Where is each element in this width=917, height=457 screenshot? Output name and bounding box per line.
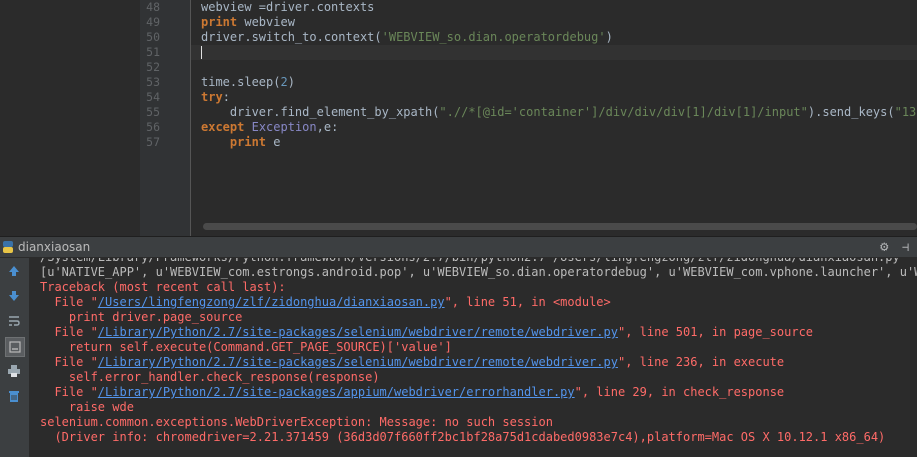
scrollbar-thumb[interactable] <box>203 223 917 230</box>
console-line: File "/Library/Python/2.7/site-packages/… <box>40 385 784 400</box>
horizontal-scrollbar[interactable] <box>203 221 917 232</box>
line-number: 50 <box>146 30 160 44</box>
console-line: Traceback (most recent call last): <box>40 280 286 295</box>
code-line[interactable]: driver.find_element_by_xpath(".//*[@id='… <box>201 105 917 120</box>
console-line: /System/Library/Frameworks/Python.framew… <box>40 258 900 265</box>
file-link[interactable]: /Library/Python/2.7/site-packages/appium… <box>98 385 575 399</box>
console-line: File "/Users/lingfengzong/zlf/zidonghua/… <box>40 295 611 310</box>
code-token: e <box>266 135 281 149</box>
code-token: print <box>201 15 238 29</box>
code-area[interactable]: webview =driver.contexts print webview dri… <box>191 0 917 236</box>
code-token: : <box>222 90 230 104</box>
hide-panel-icon[interactable]: ⊣ <box>902 239 916 255</box>
console-text: [u'NATIVE_APP', u'WEBVIEW_com.estrongs.a… <box>40 265 917 279</box>
console-text: selenium.common.exceptions.WebDriverExce… <box>40 415 553 429</box>
print-icon[interactable] <box>5 362 23 380</box>
code-token: webview <box>237 15 295 29</box>
code-line[interactable]: try: <box>201 90 230 105</box>
console-text: Traceback (most recent call last): <box>40 280 286 294</box>
code-line[interactable]: time.sleep(2) <box>201 75 295 90</box>
code-token: driver.find_element_by_xpath( <box>229 105 440 119</box>
console-output[interactable]: /System/Library/Frameworks/Python.framew… <box>30 258 917 457</box>
code-line[interactable]: except Exception,e: <box>201 120 338 135</box>
line-number: 51 <box>146 45 160 59</box>
code-token: ) <box>287 75 295 89</box>
console-text: ", line 29, in check_response <box>574 385 785 399</box>
console-line: (Driver info: chromedriver=2.21.371459 (… <box>40 430 885 445</box>
code-token: try <box>201 90 223 104</box>
code-token: ) <box>605 30 613 44</box>
run-toolbar <box>0 258 30 457</box>
arrow-down-icon[interactable] <box>5 287 23 305</box>
line-number: 53 <box>146 75 160 89</box>
file-link[interactable]: /Library/Python/2.7/site-packages/seleni… <box>98 325 618 339</box>
console-text: ", line 236, in execute <box>617 355 785 369</box>
console-line: selenium.common.exceptions.WebDriverExce… <box>40 415 553 430</box>
arrow-up-icon[interactable] <box>5 262 23 280</box>
line-number-gutter: 48 49 50 51 52 53 54 55 56 57 <box>140 0 191 236</box>
console-text: self.error_handler.check_response(respon… <box>40 370 380 384</box>
line-number: 56 <box>146 120 160 134</box>
console-text: File " <box>40 355 98 369</box>
editor-left-margin <box>0 0 140 236</box>
current-line-highlight <box>191 45 917 60</box>
code-token: "13675 <box>894 105 917 119</box>
console-text: ", line 51, in <module> <box>444 295 611 309</box>
text-caret <box>201 46 202 59</box>
code-line[interactable]: webview =driver.contexts <box>201 0 374 15</box>
code-token: ).send_keys( <box>807 105 895 119</box>
console-text: print driver.page_source <box>40 310 243 324</box>
soft-wrap-icon[interactable] <box>5 312 23 330</box>
console-text: File " <box>40 325 98 339</box>
code-token: webview =driver.contexts <box>201 0 375 14</box>
line-number: 55 <box>146 105 160 119</box>
code-line[interactable]: print e <box>201 135 281 150</box>
file-link[interactable]: /Library/Python/2.7/site-packages/seleni… <box>98 355 618 369</box>
code-token: Exception <box>251 120 317 134</box>
line-number: 48 <box>146 0 160 14</box>
console-text: return self.execute(Command.GET_PAGE_SOU… <box>40 340 452 354</box>
trash-icon[interactable] <box>5 387 23 405</box>
console-line: raise wde <box>40 400 134 415</box>
code-line[interactable]: print webview <box>201 15 295 30</box>
console-line: print driver.page_source <box>40 310 242 325</box>
code-token: driver.switch_to.context( <box>201 30 382 44</box>
console-line: [u'NATIVE_APP', u'WEBVIEW_com.estrongs.a… <box>40 265 917 280</box>
gear-icon[interactable]: ⚙ <box>880 239 896 255</box>
run-config-title[interactable]: dianxiaosan <box>18 237 90 257</box>
line-number: 57 <box>146 135 160 149</box>
console-text: raise wde <box>40 400 134 414</box>
line-number: 52 <box>146 60 160 74</box>
console-line: self.error_handler.check_response(respon… <box>40 370 380 385</box>
line-number: 49 <box>146 15 160 29</box>
console-text: /System/Library/Frameworks/Python.framew… <box>40 258 900 264</box>
line-number: 54 <box>146 90 160 104</box>
console-text: File " <box>40 295 98 309</box>
code-token: 2 <box>280 75 288 89</box>
console-line: File "/Library/Python/2.7/site-packages/… <box>40 325 813 340</box>
code-editor[interactable]: 48 49 50 51 52 53 54 55 56 57 webview =driver.con… <box>0 0 917 236</box>
code-token: time.sleep( <box>201 75 281 89</box>
python-icon <box>3 241 13 253</box>
code-token: 'WEBVIEW_so.dian.operatordebug' <box>381 30 606 44</box>
code-token: ,e: <box>316 120 339 134</box>
file-link[interactable]: /Users/lingfengzong/zlf/zidonghua/dianxi… <box>98 295 445 309</box>
scroll-to-end-icon[interactable] <box>5 337 25 357</box>
code-token: except <box>201 120 245 134</box>
console-line: File "/Library/Python/2.7/site-packages/… <box>40 355 784 370</box>
console-text: (Driver info: chromedriver=2.21.371459 (… <box>40 430 886 444</box>
console-text: File " <box>40 385 98 399</box>
run-panel-header: dianxiaosan ⚙ ⊣ <box>0 237 917 258</box>
code-token: print <box>229 135 267 149</box>
code-token: ".//*[@id='container']/div/div/div[1]/di… <box>439 105 808 119</box>
code-line[interactable]: driver.switch_to.context('WEBVIEW_so.dia… <box>201 30 613 45</box>
console-line: return self.execute(Command.GET_PAGE_SOU… <box>40 340 452 355</box>
console-text: ", line 501, in page_source <box>617 325 814 339</box>
